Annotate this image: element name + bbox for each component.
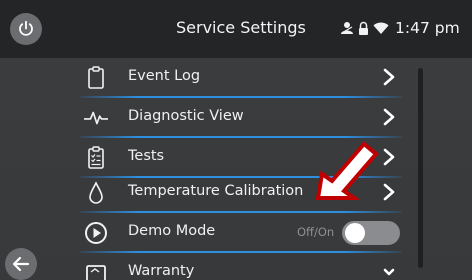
scrollbar[interactable]	[418, 68, 423, 268]
menu-item-label: Event Log	[128, 68, 201, 84]
menu-item-diagnostic-view[interactable]: Diagnostic View	[80, 98, 402, 138]
chevron-right-icon	[383, 68, 395, 86]
menu-item-label: Warranty	[128, 263, 195, 279]
menu-item-label: Diagnostic View	[128, 108, 244, 124]
page-title: Service Settings	[176, 18, 306, 37]
menu-item-warranty[interactable]: Warranty	[80, 253, 402, 280]
menu-item-demo-mode: Demo Mode Off/On	[80, 213, 402, 253]
wifi-icon	[373, 22, 389, 34]
card-icon	[84, 261, 108, 280]
play-icon	[84, 221, 108, 245]
power-icon	[19, 20, 33, 36]
service-settings-screen: Service Settings 1:47 pm Event Log Diagn…	[0, 0, 472, 280]
header-bar: Service Settings 1:47 pm	[0, 0, 472, 58]
waveform-icon	[84, 106, 108, 130]
droplet-icon	[84, 181, 108, 205]
chevron-right-icon	[383, 108, 395, 126]
checklist-icon	[84, 146, 108, 170]
chevron-right-icon	[383, 183, 395, 201]
menu-item-label: Tests	[128, 148, 165, 164]
chevron-right-icon	[383, 148, 395, 166]
toggle-label: Off/On	[297, 225, 335, 239]
user-icon	[341, 22, 353, 34]
clipboard-icon	[84, 66, 108, 90]
menu-item-label: Temperature Calibration	[128, 183, 304, 199]
chevron-down-icon	[383, 268, 395, 276]
lock-icon	[359, 21, 368, 35]
menu-item-event-log[interactable]: Event Log	[80, 58, 402, 98]
menu-item-label: Demo Mode	[128, 223, 216, 239]
toggle-knob	[345, 223, 365, 243]
back-button[interactable]	[5, 248, 37, 280]
callout-arrow-icon	[315, 141, 379, 200]
clock: 1:47 pm	[395, 19, 460, 37]
demo-mode-toggle[interactable]	[342, 221, 400, 245]
status-area: 1:47 pm	[340, 18, 460, 38]
power-button[interactable]	[10, 13, 42, 45]
arrow-left-icon	[12, 256, 30, 272]
